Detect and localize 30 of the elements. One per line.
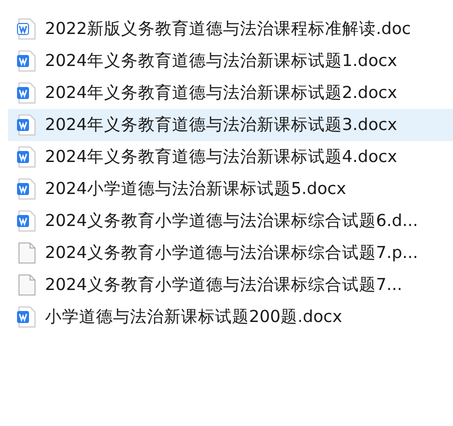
word-document-icon [16,82,36,104]
file-item[interactable]: 2024年义务教育道德与法治新课标试题2.docx [8,77,453,109]
word-document-icon [16,114,36,136]
file-item[interactable]: 2024义务教育小学道德与法治课标综合试题7... [8,269,453,301]
file-name: 2024义务教育小学道德与法治课标综合试题7.p... [45,242,418,264]
file-name: 2024义务教育小学道德与法治课标综合试题7... [45,274,402,296]
blank-file-icon [16,274,36,296]
word-document-icon [16,178,36,200]
file-item[interactable]: 2024年义务教育道德与法治新课标试题3.docx [8,109,453,141]
word-document-icon [16,18,36,40]
file-name: 2024年义务教育道德与法治新课标试题2.docx [45,82,398,104]
blank-file-icon [16,242,36,264]
file-item[interactable]: 小学道德与法治新课标试题200题.docx [8,301,453,333]
file-name: 2024年义务教育道德与法治新课标试题4.docx [45,146,398,168]
file-item[interactable]: 2024年义务教育道德与法治新课标试题1.docx [8,45,453,77]
file-item[interactable]: 2024小学道德与法治新课标试题5.docx [8,173,453,205]
file-item[interactable]: 2024义务教育小学道德与法治课标综合试题7.p... [8,237,453,269]
file-name: 2024义务教育小学道德与法治课标综合试题6.d... [45,210,418,232]
file-item[interactable]: 2024义务教育小学道德与法治课标综合试题6.d... [8,205,453,237]
file-item[interactable]: 2022新版义务教育道德与法治课程标准解读.doc [8,13,453,45]
word-document-icon [16,210,36,232]
word-document-icon [16,146,36,168]
file-name: 2024年义务教育道德与法治新课标试题3.docx [45,114,398,136]
file-name: 2022新版义务教育道德与法治课程标准解读.doc [45,18,411,40]
word-document-icon [16,50,36,72]
file-item[interactable]: 2024年义务教育道德与法治新课标试题4.docx [8,141,453,173]
file-name: 2024小学道德与法治新课标试题5.docx [45,178,346,200]
word-document-icon [16,306,36,328]
file-name: 2024年义务教育道德与法治新课标试题1.docx [45,50,398,72]
file-name: 小学道德与法治新课标试题200题.docx [45,306,342,328]
